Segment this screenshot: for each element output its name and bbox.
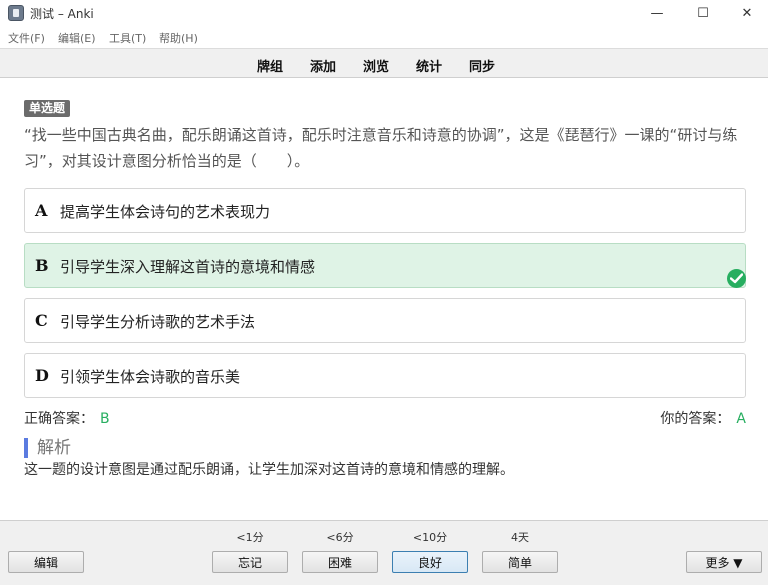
option-letter: C: [35, 311, 48, 330]
option-text: 引导学生分析诗歌的艺术手法: [60, 313, 256, 331]
minimize-button[interactable]: —: [634, 0, 680, 26]
toolbar-add-link[interactable]: 添加: [310, 56, 336, 75]
correct-answer-value: B: [100, 411, 110, 427]
title-bar: 测试 – Anki — ☐ ✕: [0, 0, 768, 26]
option-text: 引领学生体会诗歌的音乐美: [60, 368, 241, 386]
analysis-text: 这一题的设计意图是通过配乐朗诵，让学生加深对这首诗的意境和情感的理解。: [24, 462, 514, 478]
again-button[interactable]: 忘记: [212, 551, 288, 573]
option-text: 引导学生深入理解这首诗的意境和情感: [60, 258, 316, 276]
question-text: “找一些中国古典名曲，配乐朗诵这首诗，配乐时注意音乐和诗意的协调”，这是《琵琶行…: [24, 126, 738, 170]
menu-bar: 文件(F) 编辑(E) 工具(T) 帮助(H): [0, 27, 768, 47]
hard-interval: <6分: [326, 531, 354, 544]
good-interval: <10分: [412, 531, 448, 544]
option-text: 提高学生体会诗句的艺术表现力: [60, 203, 271, 221]
option-letter: A: [35, 201, 48, 220]
analysis-heading: 解析: [24, 438, 71, 458]
menu-help[interactable]: 帮助(H): [159, 30, 198, 46]
menu-tools[interactable]: 工具(T): [109, 30, 146, 46]
question-type-badge: 单选题: [24, 100, 71, 117]
easy-interval: 4天: [511, 531, 529, 544]
option-d[interactable]: D 引领学生体会诗歌的音乐美: [24, 353, 746, 398]
menu-edit[interactable]: 编辑(E): [58, 30, 96, 46]
bottom-bar: 编辑 <1分 <6分 <10分 4天 忘记 困难 良好 简单 更多 ▼: [0, 520, 768, 585]
correct-answer-label: 正确答案：: [24, 411, 94, 427]
correct-check-icon: [727, 269, 746, 288]
toolbar-decks-link[interactable]: 牌组: [257, 56, 283, 75]
edit-button[interactable]: 编辑: [8, 551, 84, 573]
top-toolbar: 牌组 添加 浏览 统计 同步: [0, 48, 768, 78]
anki-app-icon: [8, 5, 24, 21]
toolbar-sync-link[interactable]: 同步: [469, 56, 495, 75]
option-b[interactable]: B 引导学生深入理解这首诗的意境和情感: [24, 243, 746, 288]
option-letter: B: [35, 256, 49, 275]
good-button[interactable]: 良好: [392, 551, 468, 573]
easy-button[interactable]: 简单: [482, 551, 558, 573]
toolbar-stats-link[interactable]: 统计: [416, 56, 442, 75]
your-answer: 你的答案： A: [660, 408, 746, 428]
option-a[interactable]: A 提高学生体会诗句的艺术表现力: [24, 188, 746, 233]
correct-answer: 正确答案： B: [24, 408, 110, 428]
menu-file[interactable]: 文件(F): [8, 30, 45, 46]
maximize-button[interactable]: ☐: [680, 0, 726, 26]
again-interval: <1分: [236, 531, 264, 544]
your-answer-label: 你的答案：: [660, 411, 731, 427]
option-c[interactable]: C 引导学生分析诗歌的艺术手法: [24, 298, 746, 343]
window-title: 测试 – Anki: [30, 7, 94, 21]
hard-button[interactable]: 困难: [302, 551, 378, 573]
option-letter: D: [35, 366, 49, 385]
close-button[interactable]: ✕: [724, 0, 768, 26]
your-answer-value: A: [736, 411, 746, 427]
toolbar-browse-link[interactable]: 浏览: [363, 56, 389, 75]
more-button[interactable]: 更多 ▼: [686, 551, 762, 573]
